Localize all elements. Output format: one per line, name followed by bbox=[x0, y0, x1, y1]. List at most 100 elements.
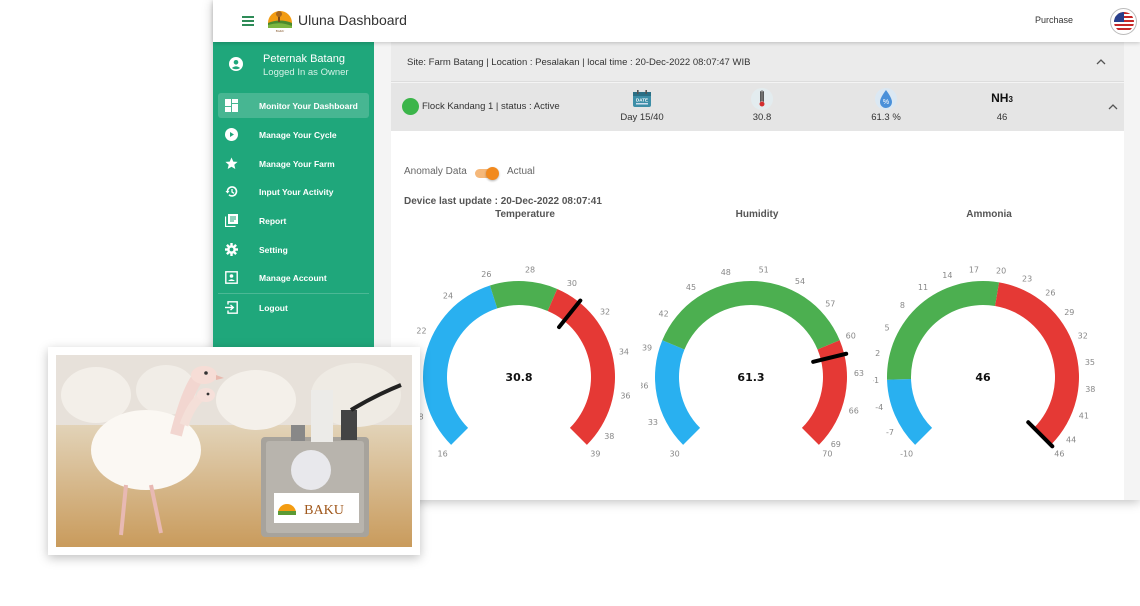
status-indicator bbox=[402, 98, 419, 115]
gauge-tick-label: 5 bbox=[885, 323, 890, 332]
anomaly-actual-toggle[interactable] bbox=[473, 167, 499, 180]
gauge-tick-label: -4 bbox=[875, 403, 883, 412]
gauge-tick-label: 23 bbox=[1022, 274, 1032, 283]
sidebar-item-label: Manage Account bbox=[259, 273, 327, 283]
gear-icon bbox=[225, 243, 238, 256]
sidebar-item-label: Manage Your Farm bbox=[259, 159, 335, 169]
day-value: Day 15/40 bbox=[620, 112, 664, 123]
gauge-tick-label: 26 bbox=[1045, 289, 1055, 298]
flock-summary-bar[interactable]: Flock Kandang 1 | status : Active DATE D… bbox=[391, 83, 1124, 131]
user-name: Peternak Batang bbox=[263, 53, 345, 65]
device-brand-label: BAKU bbox=[304, 503, 344, 518]
sidebar-item-monitor-dashboard[interactable]: Monitor Your Dashboard bbox=[218, 93, 369, 118]
app-title: Uluna Dashboard bbox=[298, 12, 407, 28]
sidebar-item-label: Monitor Your Dashboard bbox=[259, 101, 358, 111]
gauge-title: Humidity bbox=[735, 209, 779, 220]
gauge-band-normal bbox=[489, 281, 558, 311]
gauge-tick-label: 8 bbox=[900, 301, 905, 310]
gauge-value: 30.8 bbox=[505, 371, 532, 384]
gauge-band-normal bbox=[887, 281, 1000, 380]
site-info-bar[interactable]: Site: Farm Batang | Location : Pesalakan… bbox=[391, 42, 1124, 82]
gauge-tick-label: 28 bbox=[525, 266, 535, 275]
gauge-tick-label: -10 bbox=[900, 449, 913, 458]
report-icon bbox=[225, 214, 238, 227]
actual-label: Actual bbox=[507, 166, 535, 177]
top-bar: BAKU Uluna Dashboard Purchase bbox=[213, 0, 1140, 42]
gauge-tick-label: 14 bbox=[942, 271, 952, 280]
gauge-band-high bbox=[995, 282, 1079, 445]
sidebar-item-manage-cycle[interactable]: Manage Your Cycle bbox=[218, 122, 369, 147]
gauge-tick-label: 35 bbox=[1085, 358, 1095, 367]
user-profile: Peternak Batang Logged In as Owner bbox=[213, 42, 374, 90]
gauge-tick-label: 46 bbox=[1054, 449, 1064, 458]
sidebar-divider bbox=[218, 293, 369, 294]
sidebar-item-input-activity[interactable]: Input Your Activity bbox=[218, 179, 369, 204]
baku-logo: BAKU bbox=[268, 11, 292, 33]
gauge-tick-label: 36 bbox=[620, 391, 630, 400]
calendar-icon: DATE bbox=[633, 90, 651, 107]
sidebar-item-setting[interactable]: Setting bbox=[218, 237, 369, 262]
gauge-tick-label: 44 bbox=[1066, 435, 1076, 444]
sidebar-item-manage-account[interactable]: Manage Account bbox=[218, 265, 369, 290]
anomaly-data-label: Anomaly Data bbox=[404, 166, 467, 177]
day-metric: DATE Day 15/40 bbox=[607, 89, 677, 123]
sidebar-item-label: Setting bbox=[259, 245, 288, 255]
gauge-tick-label: 42 bbox=[659, 310, 669, 319]
humidity-drop-icon: % bbox=[875, 88, 897, 110]
site-info-text: Site: Farm Batang | Location : Pesalakan… bbox=[407, 57, 751, 68]
gauge-title: Temperature bbox=[495, 209, 555, 220]
logout-icon bbox=[225, 301, 238, 314]
chevron-up-icon[interactable] bbox=[1095, 56, 1107, 68]
gauge-value: 46 bbox=[975, 371, 991, 384]
purchase-link[interactable]: Purchase bbox=[1035, 15, 1073, 25]
gauge-tick-label: -7 bbox=[886, 428, 894, 437]
thermometer-icon bbox=[751, 88, 773, 110]
gauge-tick-label: 39 bbox=[642, 344, 652, 353]
us-flag-icon[interactable] bbox=[1110, 8, 1137, 35]
gauge-tick-label: 2 bbox=[875, 349, 880, 358]
humidity-metric: % 61.3 % bbox=[851, 88, 921, 123]
temperature-gauge-chart: 1618202224262830323436383930.8 bbox=[409, 266, 631, 459]
gauge-tick-label: 60 bbox=[846, 332, 856, 341]
chevron-up-icon[interactable] bbox=[1107, 101, 1119, 113]
gauge-tick-label: 16 bbox=[438, 449, 448, 458]
humidity-value: 61.3 % bbox=[871, 112, 901, 123]
gauge-value: 61.3 bbox=[737, 371, 764, 384]
ammonia-gauge: Ammonia -10 -7 -4 -1 2 5 8 11 14 17 20 23 26 29 32 35 38… bbox=[873, 209, 1105, 489]
ammonia-metric: NH3 46 bbox=[967, 89, 1037, 123]
sidebar-item-manage-farm[interactable]: Manage Your Farm bbox=[218, 151, 369, 176]
gauge-tick-label: 17 bbox=[969, 265, 979, 274]
gauge-tick-label: 32 bbox=[1078, 332, 1088, 341]
gauge-band-low bbox=[423, 285, 498, 445]
gauge-tick-label: -1 bbox=[873, 376, 879, 385]
gauge-tick-label: 63 bbox=[854, 369, 864, 378]
gauge-tick-label: 33 bbox=[648, 418, 658, 427]
gauge-tick-label: 29 bbox=[1064, 308, 1074, 317]
gauge-tick-label: 20 bbox=[996, 267, 1006, 276]
sidebar-item-logout[interactable]: Logout bbox=[218, 295, 369, 320]
flock-status-text: Flock Kandang 1 | status : Active bbox=[422, 101, 560, 112]
gauge-tick-label: 36 bbox=[641, 381, 648, 390]
gauge-tick-label: 39 bbox=[590, 449, 600, 458]
gauge-band-low bbox=[655, 340, 701, 445]
svg-text:BAKU: BAKU bbox=[276, 29, 285, 33]
temperature-value: 30.8 bbox=[752, 112, 772, 123]
gauge-tick-label: 45 bbox=[686, 283, 696, 292]
svg-text:%: % bbox=[883, 99, 889, 106]
gauge-tick-label: 48 bbox=[721, 268, 731, 277]
sidebar-item-label: Manage Your Cycle bbox=[259, 130, 337, 140]
gauge-tick-label: 34 bbox=[619, 347, 629, 356]
svg-text:DATE: DATE bbox=[636, 98, 648, 103]
gauge-tick-label: 30 bbox=[567, 279, 577, 288]
ammonia-gauge-chart: -10-7-4-12581114172023262932353841444646 bbox=[873, 265, 1095, 458]
sidebar-item-label: Report bbox=[259, 216, 287, 226]
main-content: Site: Farm Batang | Location : Pesalakan… bbox=[391, 42, 1124, 500]
gauge-tick-label: 57 bbox=[825, 300, 835, 309]
sidebar: Peternak Batang Logged In as Owner Monit… bbox=[213, 42, 374, 348]
gauge-tick-label: 51 bbox=[759, 266, 769, 275]
hamburger-icon[interactable] bbox=[242, 16, 254, 26]
gauge-tick-label: 54 bbox=[795, 277, 805, 286]
sidebar-item-report[interactable]: Report bbox=[218, 208, 369, 233]
turkey-sensor-photo: BAKU bbox=[56, 355, 412, 547]
gauge-tick-label: 69 bbox=[831, 440, 841, 449]
